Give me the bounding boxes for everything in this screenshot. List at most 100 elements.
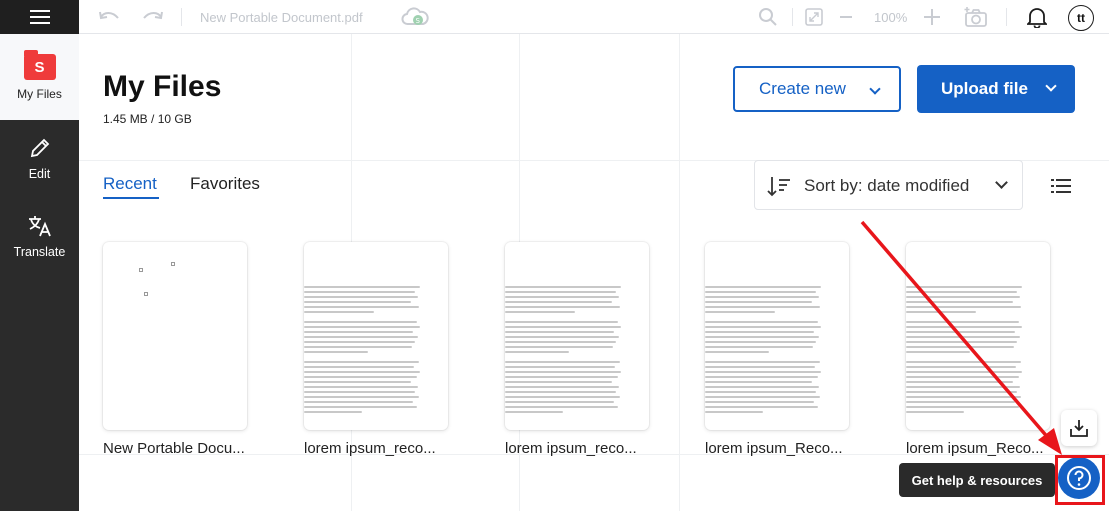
- plus-icon: [924, 9, 940, 25]
- thumbnail-text-line: [505, 331, 615, 333]
- thumbnail-text-line: [906, 311, 976, 313]
- thumbnail-text-line: [505, 306, 620, 308]
- thumbnail-text-line: [505, 311, 575, 313]
- file-thumbnail[interactable]: [505, 242, 649, 430]
- thumbnail-mark: [171, 262, 175, 266]
- sidebar-item-label: Translate: [13, 245, 66, 259]
- thumbnail-text-line: [705, 361, 820, 363]
- zoom-out-button[interactable]: [837, 0, 855, 34]
- add-photo-button[interactable]: [962, 0, 990, 34]
- sidebar-item-my-files[interactable]: S My Files: [0, 34, 79, 120]
- file-thumbnail[interactable]: [705, 242, 849, 430]
- sidebar: S My Files Edit Translate: [0, 34, 79, 511]
- thumbnail-text-line: [705, 331, 815, 333]
- file-name[interactable]: lorem ipsum_Reco...: [906, 440, 1044, 457]
- thumbnail-text-line: [304, 326, 420, 328]
- thumbnail-text-line: [705, 326, 821, 328]
- thumbnail-text-line: [705, 296, 819, 298]
- main-content: My Files 1.45 MB / 10 GB Create new Uplo…: [79, 34, 1109, 511]
- thumbnail-text-line: [505, 406, 618, 408]
- download-button[interactable]: [1061, 410, 1097, 446]
- thumbnail-mark: [144, 292, 148, 296]
- thumbnail-text-line: [705, 346, 813, 348]
- thumbnail-text-line: [304, 371, 420, 373]
- thumbnail-text-line: [304, 321, 417, 323]
- thumbnail-text-line: [505, 286, 621, 288]
- thumbnail-text-line: [304, 296, 418, 298]
- undo-icon: [99, 11, 119, 20]
- undo-button[interactable]: [96, 0, 122, 34]
- thumbnail-text-line: [705, 306, 820, 308]
- file-thumbnail[interactable]: [906, 242, 1050, 430]
- create-new-button[interactable]: Create new: [733, 66, 901, 112]
- file-name[interactable]: lorem ipsum_reco...: [304, 440, 436, 457]
- upload-file-label: Upload file: [941, 79, 1028, 98]
- background-grid-line: [679, 34, 680, 511]
- fit-page-button[interactable]: [803, 0, 825, 34]
- download-tray-icon: [1070, 420, 1088, 437]
- thumbnail-mark: [139, 268, 143, 272]
- thumbnail-text-line: [505, 391, 617, 393]
- thumbnail-text-line: [505, 361, 620, 363]
- file-thumbnail[interactable]: [304, 242, 448, 430]
- thumbnail-text-line: [304, 351, 368, 353]
- hamburger-icon: [29, 10, 50, 24]
- thumbnail-text-line: [505, 321, 618, 323]
- thumbnail-text-line: [505, 341, 617, 343]
- sort-dropdown[interactable]: Sort by: date modified: [754, 160, 1023, 210]
- thumbnail-text-line: [505, 336, 619, 338]
- file-thumbnail-blank[interactable]: [103, 242, 247, 430]
- thumbnail-text-line: [304, 341, 416, 343]
- user-avatar[interactable]: tt: [1068, 5, 1094, 31]
- annotation-highlight-box: [1055, 455, 1105, 505]
- thumbnail-text-line: [705, 311, 775, 313]
- thumbnail-text-line: [906, 401, 1016, 403]
- thumbnail-text-line: [705, 336, 819, 338]
- upload-file-button[interactable]: Upload file: [917, 65, 1075, 113]
- thumbnail-text-line: [505, 396, 620, 398]
- toolbar-divider: [181, 8, 182, 26]
- file-name[interactable]: New Portable Docu...: [103, 440, 245, 457]
- file-name[interactable]: lorem ipsum_Reco...: [705, 440, 843, 457]
- svg-text:S: S: [416, 17, 421, 25]
- thumbnail-text-line: [304, 396, 419, 398]
- search-button[interactable]: [755, 0, 781, 34]
- thumbnail-text-line: [304, 336, 418, 338]
- thumbnail-text-line: [906, 391, 1018, 393]
- thumbnail-text-line: [505, 376, 618, 378]
- storage-usage: 1.45 MB / 10 GB: [103, 112, 192, 126]
- file-name[interactable]: lorem ipsum_reco...: [505, 440, 637, 457]
- thumbnail-text-line: [906, 331, 1016, 333]
- thumbnail-text-line: [906, 346, 1014, 348]
- thumbnail-text-line: [505, 401, 615, 403]
- cloud-save-button[interactable]: S: [400, 0, 430, 34]
- thumbnail-text-line: [304, 391, 416, 393]
- thumbnail-text-line: [906, 296, 1020, 298]
- chevron-down-icon: [1045, 80, 1057, 92]
- thumbnail-text-line: [705, 381, 812, 383]
- thumbnail-text-line: [304, 386, 418, 388]
- thumbnail-text-line: [906, 376, 1019, 378]
- tab-favorites[interactable]: Favorites: [190, 174, 260, 194]
- thumbnail-text-line: [906, 371, 1022, 373]
- toolbar-divider: [792, 8, 793, 26]
- thumbnail-text-line: [505, 291, 617, 293]
- redo-button[interactable]: [140, 0, 166, 34]
- thumbnail-text-line: [705, 321, 818, 323]
- zoom-in-button[interactable]: [922, 0, 942, 34]
- tab-recent[interactable]: Recent: [103, 174, 157, 194]
- page-title: My Files: [103, 70, 222, 103]
- thumbnail-text-line: [705, 371, 821, 373]
- sidebar-item-edit[interactable]: Edit: [0, 136, 79, 181]
- redo-icon: [143, 11, 163, 20]
- create-new-label: Create new: [759, 79, 846, 98]
- chevron-down-icon: [995, 176, 1008, 189]
- menu-button[interactable]: [0, 0, 79, 34]
- zoom-level[interactable]: 100%: [874, 10, 907, 25]
- list-view-button[interactable]: [1051, 178, 1071, 199]
- sidebar-item-translate[interactable]: Translate: [0, 214, 79, 259]
- thumbnail-text-line: [304, 366, 415, 368]
- thumbnail-text-line: [906, 351, 970, 353]
- notifications-button[interactable]: [1024, 0, 1050, 34]
- document-title[interactable]: New Portable Document.pdf: [200, 10, 363, 25]
